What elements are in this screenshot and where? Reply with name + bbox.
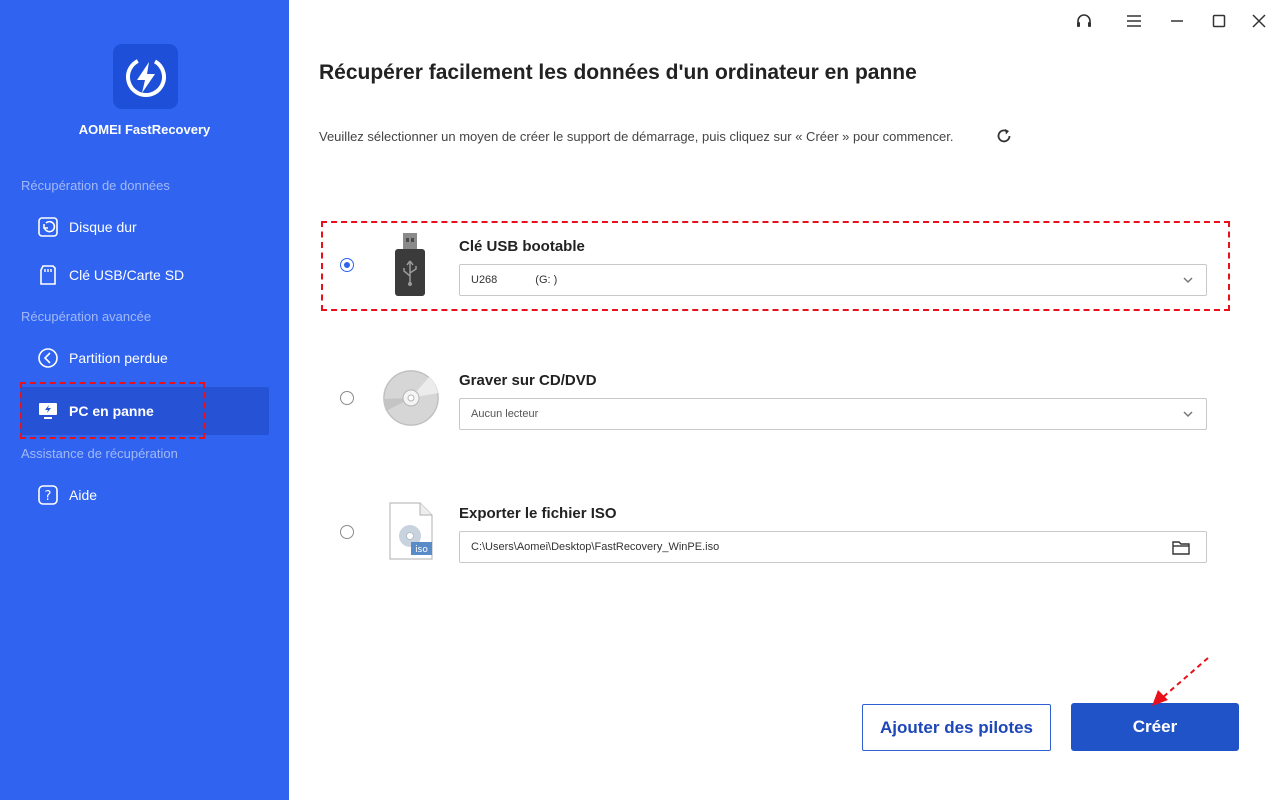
sidebar-item-lost-partition[interactable]: Partition perdue (20, 334, 269, 382)
iso-path-field[interactable]: C:\Users\Aomei\Desktop\FastRecovery_WinP… (459, 531, 1207, 563)
disk-restore-icon (37, 216, 59, 238)
app-name: AOMEI FastRecovery (78, 122, 211, 137)
app-logo (113, 44, 178, 109)
sidebar-item-label: PC en panne (69, 403, 154, 419)
sidebar-item-label: Disque dur (69, 219, 137, 235)
svg-text:?: ? (45, 489, 52, 504)
menu-button[interactable] (1121, 9, 1147, 33)
usb-drive-select[interactable]: U268 (G: ) (459, 264, 1207, 296)
usb-drive-letter: (G: ) (535, 274, 558, 286)
sidebar-item-label: Partition perdue (69, 350, 168, 366)
maximize-button[interactable] (1206, 9, 1232, 33)
help-icon: ? (37, 484, 59, 506)
sidebar-item-label: Aide (69, 487, 98, 503)
crashed-pc-icon (37, 400, 59, 422)
close-icon (1252, 14, 1266, 28)
iso-file-icon: iso (389, 502, 433, 560)
sidebar: AOMEI FastRecovery Récupération de donné… (0, 0, 289, 800)
sidebar-item-crashed-pc[interactable]: PC en panne (20, 387, 269, 435)
maximize-icon (1212, 14, 1226, 28)
page-title: Récupérer facilement les données d'un or… (319, 61, 917, 84)
hamburger-menu-icon (1127, 15, 1141, 27)
lightning-logo-icon (125, 56, 166, 97)
partition-icon (37, 347, 59, 369)
page-subtitle: Veuillez sélectionner un moyen de créer … (319, 129, 954, 144)
cd-disc-icon (383, 370, 439, 426)
iso-badge-text: iso (415, 545, 428, 555)
close-button[interactable] (1246, 9, 1272, 33)
usb-option-title: Clé USB bootable (459, 238, 585, 255)
iso-option-radio[interactable] (340, 525, 354, 539)
sidebar-item-hard-disk[interactable]: Disque dur (20, 203, 269, 251)
section-label-advanced-recovery: Récupération avancée (21, 309, 152, 324)
cd-dvd-option-title: Graver sur CD/DVD (459, 372, 597, 389)
chevron-down-icon (1183, 411, 1193, 418)
sidebar-item-label: Clé USB/Carte SD (69, 267, 185, 283)
iso-option-title: Exporter le fichier ISO (459, 505, 617, 522)
sidebar-item-help[interactable]: ? Aide (20, 471, 269, 519)
sidebar-item-usb-sd[interactable]: Clé USB/Carte SD (20, 251, 269, 299)
usb-drive-icon (395, 233, 425, 296)
cd-dvd-drive-value: Aucun lecteur (471, 408, 539, 420)
cd-dvd-drive-select[interactable]: Aucun lecteur (459, 398, 1207, 430)
refresh-icon[interactable] (995, 127, 1013, 145)
cd-dvd-option-radio[interactable] (340, 391, 354, 405)
add-drivers-button[interactable]: Ajouter des pilotes (862, 704, 1051, 751)
folder-browse-icon[interactable] (1172, 539, 1190, 556)
section-label-data-recovery: Récupération de données (21, 178, 170, 193)
usb-device-name: U268 (471, 274, 498, 286)
section-label-recovery-assistance: Assistance de récupération (21, 446, 178, 461)
create-button[interactable]: Créer (1071, 703, 1239, 751)
sd-card-icon (37, 264, 59, 286)
chevron-down-icon (1183, 277, 1193, 284)
support-headset-button[interactable] (1071, 9, 1097, 33)
minimize-icon (1171, 20, 1183, 22)
usb-option-radio[interactable] (340, 258, 354, 272)
minimize-button[interactable] (1164, 9, 1190, 33)
headset-icon (1077, 14, 1091, 27)
iso-path-value: C:\Users\Aomei\Desktop\FastRecovery_WinP… (471, 541, 720, 553)
